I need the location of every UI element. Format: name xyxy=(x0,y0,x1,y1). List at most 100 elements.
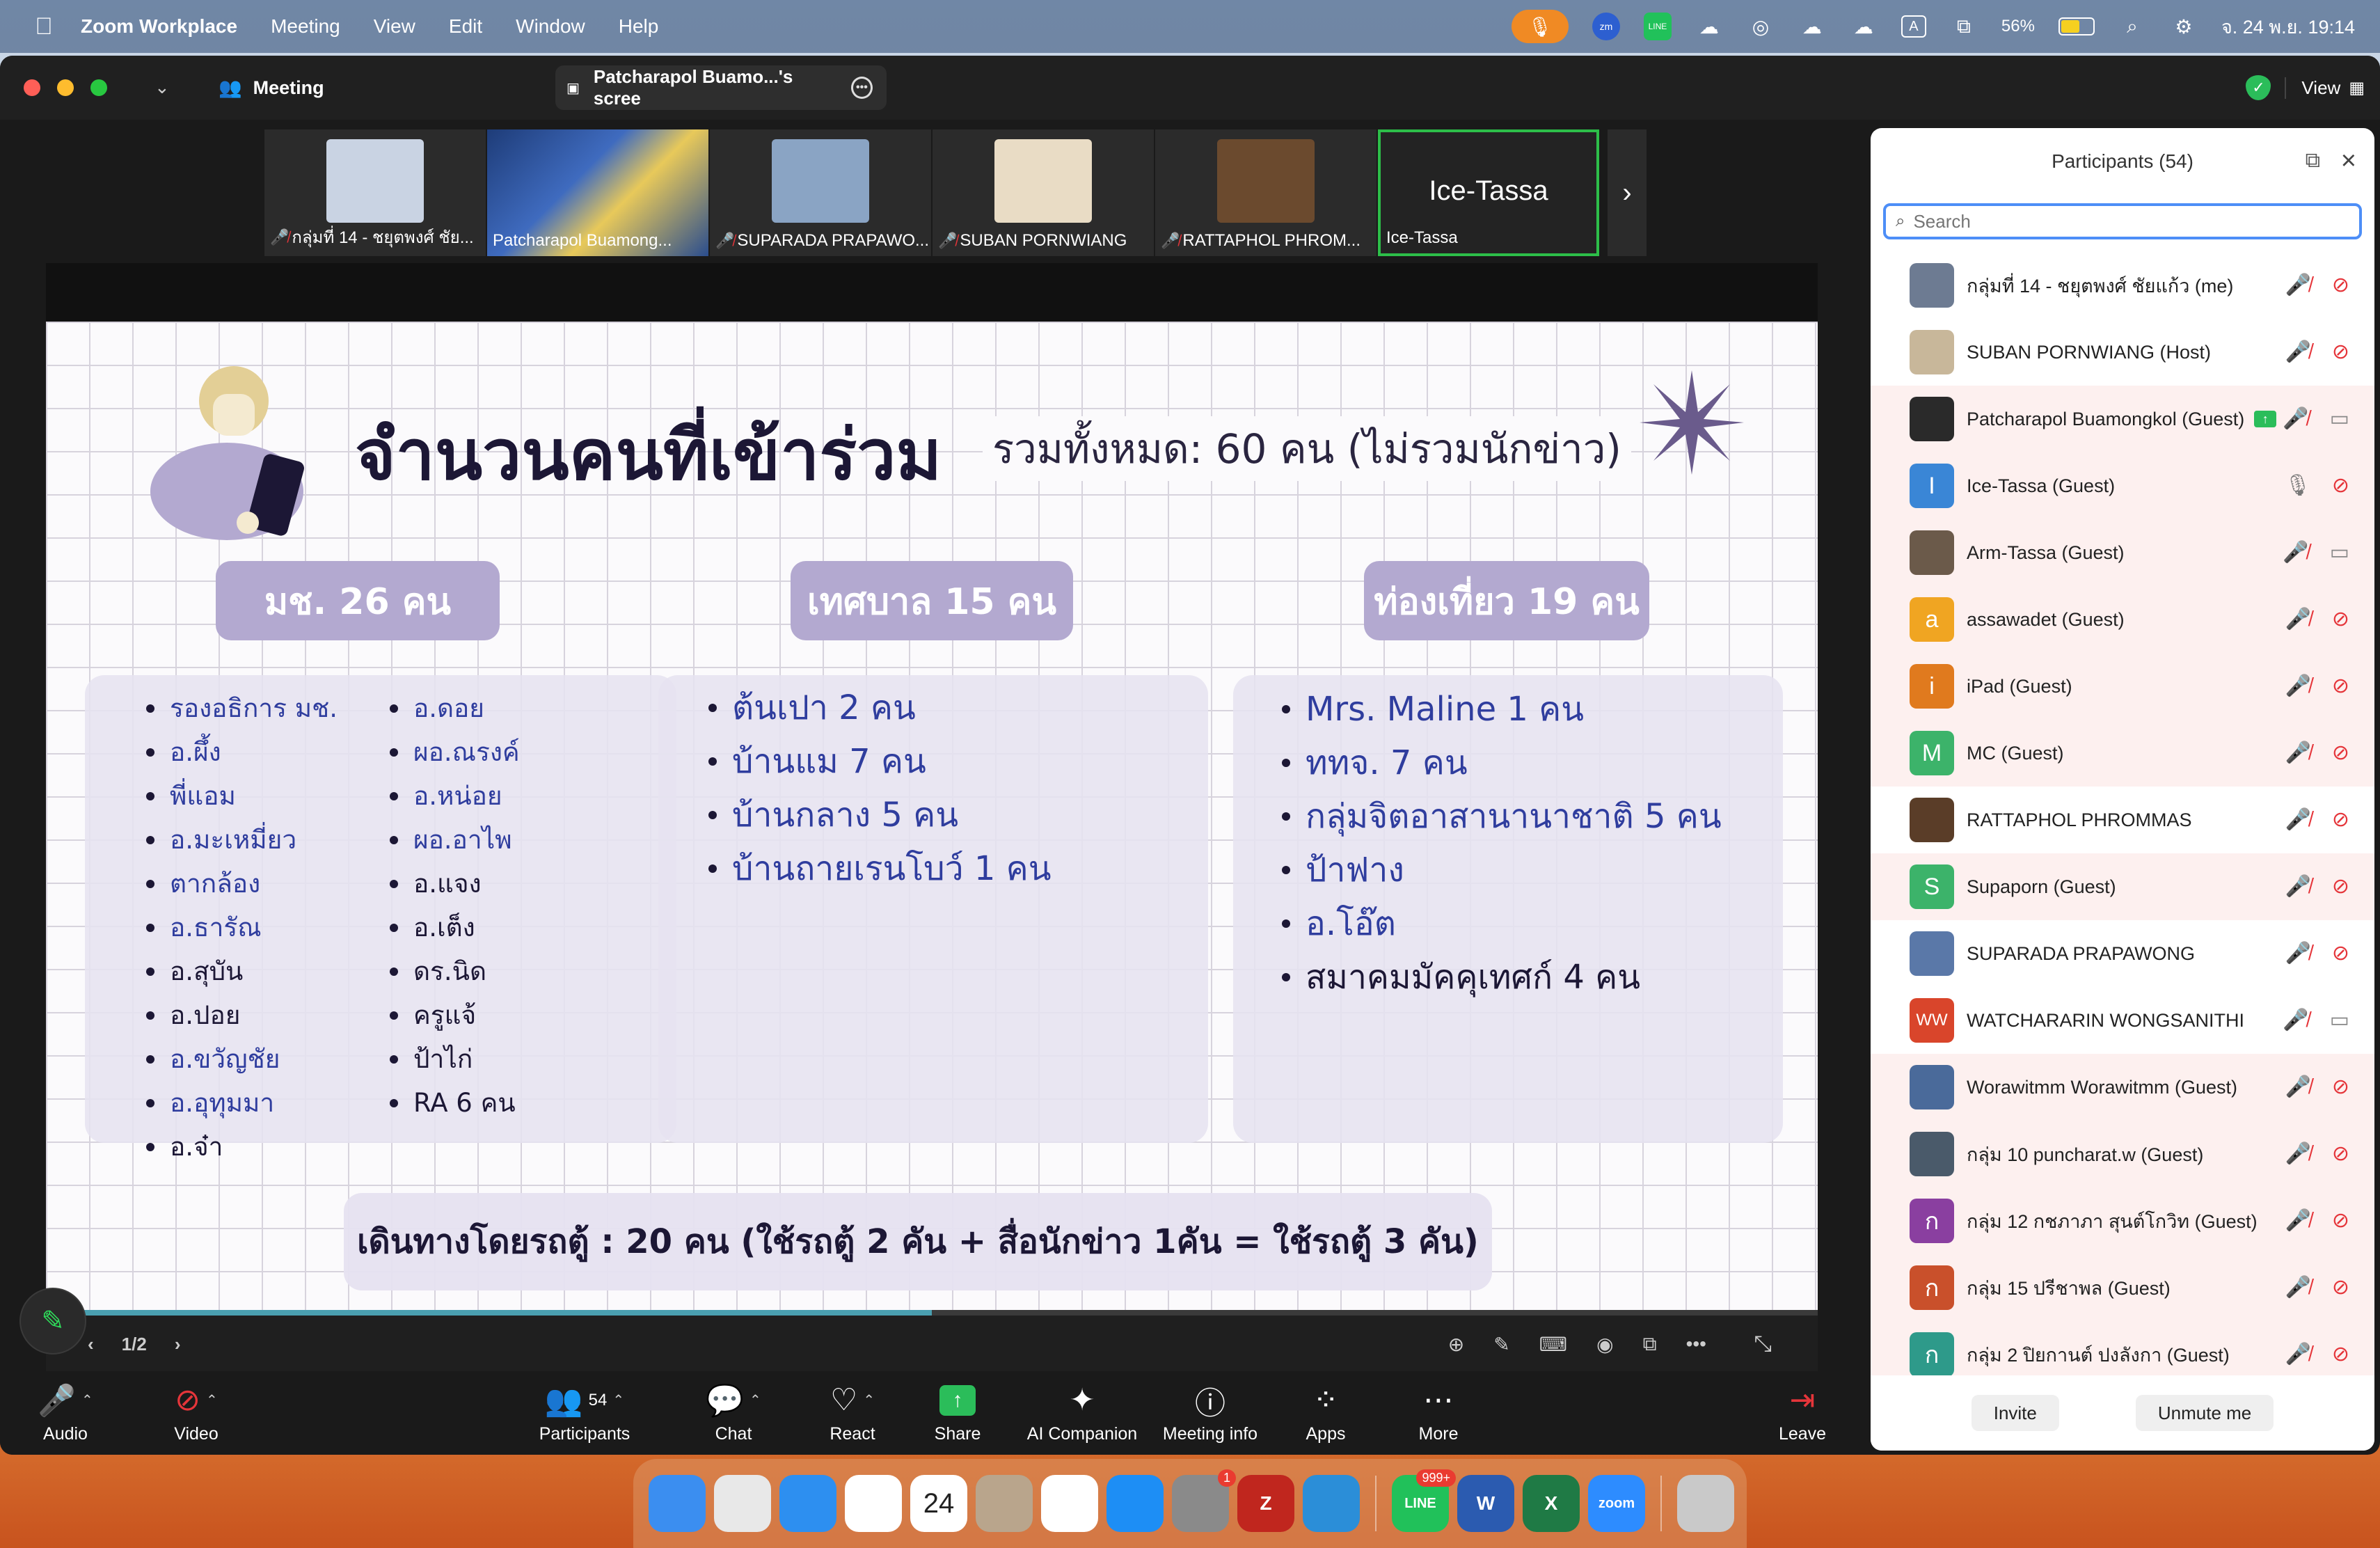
camera-off-icon[interactable]: ⊘ xyxy=(2332,674,2349,698)
microphone-icon[interactable]: 🎙 xyxy=(2285,473,2311,498)
camera-off-icon[interactable]: ⊘ xyxy=(2332,741,2349,765)
zoom-window-button[interactable] xyxy=(90,79,107,96)
muted-microphone-icon[interactable]: 🎤̸ xyxy=(2285,807,2311,832)
muted-microphone-icon[interactable]: 🎤̸ xyxy=(2283,540,2308,564)
dock-safari-icon[interactable] xyxy=(779,1475,836,1532)
dock-line-icon[interactable]: LINE 999+ xyxy=(1392,1469,1456,1532)
spotlight-search-icon[interactable]: ⌕ xyxy=(2118,13,2146,40)
view-button[interactable]: View ▦ xyxy=(2285,77,2365,99)
muted-microphone-icon[interactable]: 🎤̸ xyxy=(2285,1208,2311,1233)
muted-microphone-icon[interactable]: 🎤̸ xyxy=(2285,1142,2311,1166)
chevron-up-icon[interactable]: ⌃ xyxy=(863,1391,875,1409)
camera-icon[interactable]: ▭ xyxy=(2330,406,2349,431)
muted-microphone-icon[interactable]: 🎤̸ xyxy=(2285,1342,2311,1366)
menu-help[interactable]: Help xyxy=(619,15,659,38)
minimize-window-button[interactable] xyxy=(57,79,74,96)
chevron-up-icon[interactable]: ⌃ xyxy=(612,1391,624,1409)
input-source-icon[interactable]: A xyxy=(1901,15,1926,38)
video-tile[interactable]: Patcharapol Buamong... xyxy=(487,129,708,256)
screen-mirroring-icon[interactable]: ⧉ xyxy=(1950,13,1978,40)
muted-microphone-icon[interactable]: 🎤̸ xyxy=(2285,1075,2311,1099)
audio-button[interactable]: 🎤 ⌃ Audio xyxy=(31,1371,100,1455)
pop-out-panel-icon[interactable]: ⧉ xyxy=(2306,149,2320,173)
menu-edit[interactable]: Edit xyxy=(449,15,482,38)
dock-app-store-icon[interactable] xyxy=(1106,1475,1164,1532)
chevron-down-icon[interactable]: ⌄ xyxy=(154,77,170,98)
video-tile[interactable]: 🎤̸ RATTAPHOL PHROM... xyxy=(1155,129,1377,256)
participant-row[interactable]: S Supaporn (Guest) 🎤̸ ⊘ xyxy=(1871,853,2374,920)
creative-cloud-icon[interactable]: ◎ xyxy=(1747,13,1775,40)
more-icon[interactable]: ••• xyxy=(1686,1333,1706,1355)
keyboard-icon[interactable]: ⌨ xyxy=(1539,1333,1567,1356)
ai-companion-button[interactable]: ✦ AI Companion xyxy=(1023,1371,1141,1455)
muted-microphone-icon[interactable]: 🎤̸ xyxy=(2285,941,2311,965)
apple-icon[interactable]:  xyxy=(25,0,63,53)
participant-row[interactable]: I Ice-Tassa (Guest) 🎙 ⊘ xyxy=(1871,452,2374,519)
participant-row[interactable]: กลุ่ม 10 puncharat.w (Guest) 🎤̸ ⊘ xyxy=(1871,1121,2374,1187)
camera-off-icon[interactable]: ⊘ xyxy=(2332,941,2349,965)
onedrive-icon[interactable]: ☁ xyxy=(1850,13,1878,40)
dock-excel-icon[interactable]: X xyxy=(1523,1475,1580,1532)
video-tile[interactable]: 🎤̸ SUBAN PORNWIANG xyxy=(933,129,1154,256)
chevron-up-icon[interactable]: ⌃ xyxy=(749,1391,761,1409)
camera-off-icon[interactable]: ⊘ xyxy=(2332,1208,2349,1233)
participant-row[interactable]: M MC (Guest) 🎤̸ ⊘ xyxy=(1871,720,2374,787)
more-button[interactable]: ⋯ More xyxy=(1407,1371,1470,1455)
menu-app-name[interactable]: Zoom Workplace xyxy=(81,15,237,38)
camera-off-icon[interactable]: ⊘ xyxy=(2332,1075,2349,1099)
camera-off-icon[interactable]: ⊘ xyxy=(2332,340,2349,364)
microphone-in-use-icon[interactable]: 🎙 xyxy=(1511,10,1569,43)
participant-row[interactable]: SUPARADA PRAPAWONG 🎤̸ ⊘ xyxy=(1871,920,2374,987)
apps-button[interactable]: ⁘ Apps xyxy=(1294,1371,1357,1455)
camera-off-icon[interactable]: ⊘ xyxy=(2332,1142,2349,1166)
camera-off-icon[interactable]: ⊘ xyxy=(2332,273,2349,297)
dock-calendar-icon[interactable]: 24 xyxy=(910,1475,967,1532)
icloud-icon[interactable]: ☁ xyxy=(1798,13,1826,40)
dock-filezilla-icon[interactable]: Z xyxy=(1237,1475,1294,1532)
participant-search-input[interactable] xyxy=(1913,210,2331,232)
participant-row[interactable]: SUBAN PORNWIANG (Host) 🎤̸ ⊘ xyxy=(1871,319,2374,386)
camera-off-icon[interactable]: ⊘ xyxy=(2332,874,2349,899)
zoom-in-icon[interactable]: ⊕ xyxy=(1448,1333,1464,1356)
active-speaker-tile[interactable]: Ice-Tassa Ice-Tassa xyxy=(1378,129,1599,256)
muted-microphone-icon[interactable]: 🎤̸ xyxy=(2285,674,2311,698)
annotate-pen-icon[interactable]: ✎ xyxy=(1493,1333,1509,1356)
react-button[interactable]: ♡ ⌃ React xyxy=(814,1371,891,1455)
participant-row[interactable]: กลุ่มที่ 14 - ชยุตพงศ์ ชัยแก้ว (me) 🎤̸ ⊘ xyxy=(1871,252,2374,319)
participant-row[interactable]: Worawitmm Worawitmm (Guest) 🎤̸ ⊘ xyxy=(1871,1054,2374,1121)
camera-off-icon[interactable]: ⊘ xyxy=(2332,1342,2349,1366)
participant-row[interactable]: Arm-Tassa (Guest) 🎤̸ ▭ xyxy=(1871,519,2374,586)
participant-row[interactable]: Patcharapol Buamongkol (Guest) ↑ 🎤̸ ▭ xyxy=(1871,386,2374,452)
participant-row[interactable]: a assawadet (Guest) 🎤̸ ⊘ xyxy=(1871,586,2374,653)
dock-word-icon[interactable]: W xyxy=(1457,1475,1514,1532)
close-window-button[interactable] xyxy=(24,79,40,96)
video-tile[interactable]: 🎤̸ กลุ่มที่ 14 - ชยุตพงศ์ ชัย... xyxy=(264,129,486,256)
menu-view[interactable]: View xyxy=(374,15,415,38)
muted-microphone-icon[interactable]: 🎤̸ xyxy=(2285,741,2311,765)
dock-trash-icon[interactable] xyxy=(1677,1475,1734,1532)
control-center-icon[interactable]: ⚙ xyxy=(2170,13,2198,40)
menu-clock[interactable]: จ. 24 พ.ย. 19:14 xyxy=(2221,12,2355,42)
line-menu-icon[interactable]: LINE xyxy=(1643,13,1672,40)
participant-row[interactable]: ก กลุ่ม 15 ปรีชาพล (Guest) 🎤̸ ⊘ xyxy=(1871,1254,2374,1321)
previous-page-icon[interactable]: ‹ xyxy=(88,1334,94,1355)
unmute-me-button[interactable]: Unmute me xyxy=(2135,1395,2274,1431)
muted-microphone-icon[interactable]: 🎤̸ xyxy=(2285,607,2311,631)
muted-microphone-icon[interactable]: 🎤̸ xyxy=(2285,273,2311,297)
dock-contacts-icon[interactable] xyxy=(976,1475,1033,1532)
muted-microphone-icon[interactable]: 🎤̸ xyxy=(2283,1008,2308,1032)
muted-microphone-icon[interactable]: 🎤̸ xyxy=(2283,406,2308,431)
remote-control-icon[interactable]: ◉ xyxy=(1596,1333,1613,1356)
annotation-pencil-button[interactable]: ✎ xyxy=(19,1288,86,1354)
dock-zoom-icon[interactable]: zoom xyxy=(1588,1475,1645,1532)
dock-launchpad-icon[interactable] xyxy=(714,1475,771,1532)
pop-out-icon[interactable]: ⧉ xyxy=(1643,1333,1657,1356)
screen-share-tab[interactable]: ▣ Patcharapol Buamo...'s scree ••• xyxy=(555,65,887,110)
meeting-tab[interactable]: 👥 Meeting xyxy=(219,71,324,104)
thumbnail-next-arrow[interactable]: › xyxy=(1608,129,1647,256)
close-panel-icon[interactable]: × xyxy=(2341,146,2356,176)
menu-window[interactable]: Window xyxy=(516,15,585,38)
participant-row[interactable]: ก กลุ่ม 12 กชภาภา สุนต์โกวิท (Guest) 🎤̸ ⊘ xyxy=(1871,1187,2374,1254)
meeting-info-button[interactable]: ⓘ Meeting info xyxy=(1158,1371,1262,1455)
participants-button[interactable]: 👥 54 ⌃ Participants xyxy=(529,1371,640,1455)
